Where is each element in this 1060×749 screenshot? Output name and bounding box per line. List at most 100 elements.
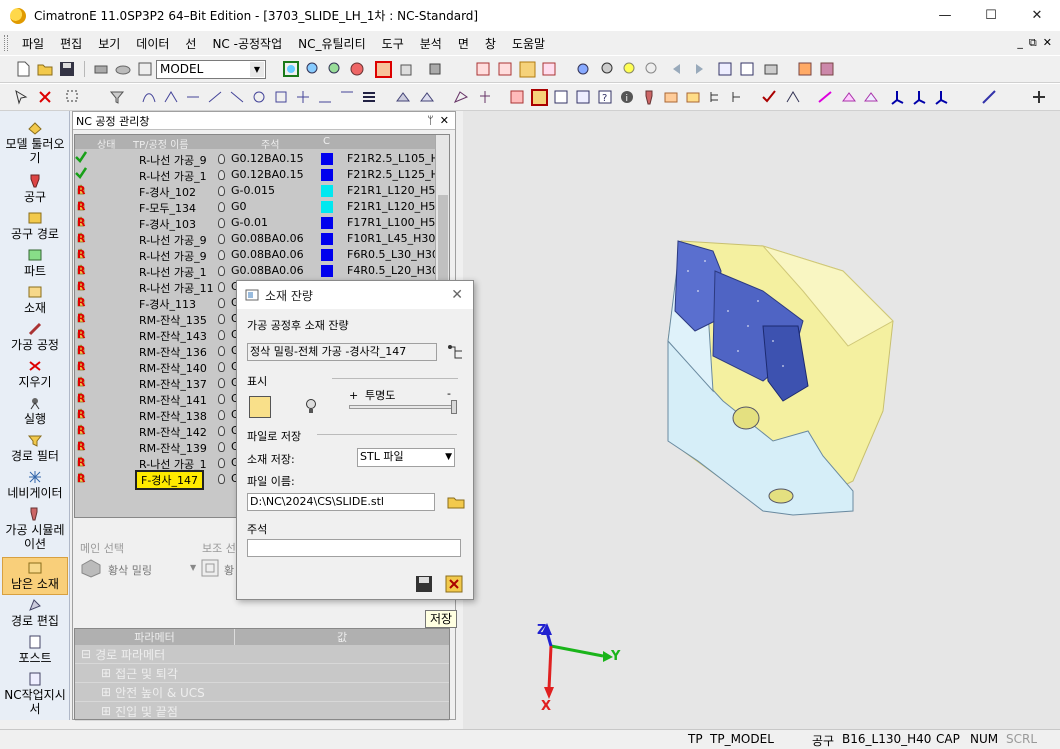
- process-field[interactable]: 정삭 밀링-전체 가공 -경사각_147: [247, 343, 437, 361]
- analysis-icon[interactable]: [816, 88, 834, 106]
- stock-icon[interactable]: [684, 88, 702, 106]
- menu-analysis[interactable]: 분석: [412, 35, 450, 52]
- nc-table-icon[interactable]: [574, 88, 592, 106]
- surface-icon[interactable]: [394, 88, 412, 106]
- list-icon[interactable]: [360, 88, 378, 106]
- show-toolpath-icon[interactable]: [474, 60, 492, 78]
- contour-icon[interactable]: [784, 88, 802, 106]
- bulb-icon[interactable]: [218, 394, 225, 404]
- line-icon[interactable]: [980, 88, 998, 106]
- stock-color-swatch[interactable]: [249, 396, 271, 418]
- curve-tool-9-icon[interactable]: [316, 88, 334, 106]
- bulb-icon[interactable]: [218, 442, 225, 452]
- process-name[interactable]: RM-잔삭_139: [139, 440, 207, 456]
- process-name[interactable]: R-나선 가공_11: [139, 280, 214, 296]
- lb-load-model[interactable]: 모델 툴러오기: [2, 121, 68, 165]
- mdi-restore-button[interactable]: ⧉: [1029, 36, 1037, 50]
- main-select-chevron-icon[interactable]: ▼: [190, 563, 196, 572]
- graphics-viewport[interactable]: Z Y X: [463, 111, 1060, 729]
- curve-tool-10-icon[interactable]: [338, 88, 356, 106]
- lb-tool[interactable]: 공구: [2, 174, 68, 204]
- minimize-button[interactable]: —: [922, 0, 968, 31]
- transparency-slider[interactable]: [349, 405, 455, 409]
- shaded-cube-icon[interactable]: [374, 60, 392, 78]
- menu-nc-process[interactable]: NC -공정작업: [204, 35, 290, 52]
- tree-row[interactable]: R-나선 가공_1 G0.12BA0.15 F21R2.5_L125_H75: [75, 167, 449, 183]
- bulb-icon[interactable]: [218, 298, 225, 308]
- bulb-icon[interactable]: [218, 154, 225, 164]
- main-select-value[interactable]: 황삭 밀링: [108, 562, 152, 578]
- process-name[interactable]: F-경사_103: [139, 216, 196, 232]
- view-orient-icon[interactable]: [426, 60, 444, 78]
- bulb-off-icon[interactable]: [642, 60, 660, 78]
- nc-list-icon[interactable]: [552, 88, 570, 106]
- bulb-icon[interactable]: [218, 282, 225, 292]
- menu-line[interactable]: 선: [177, 35, 204, 52]
- curve-tool-icon[interactable]: [140, 88, 158, 106]
- visibility-bulb-icon[interactable]: [305, 398, 317, 416]
- bulb-icon[interactable]: [218, 458, 225, 468]
- analysis-2-icon[interactable]: [840, 88, 858, 106]
- pan-icon[interactable]: [348, 60, 366, 78]
- sketch-icon[interactable]: [452, 88, 470, 106]
- tool-icon[interactable]: [640, 88, 658, 106]
- tree-icon[interactable]: [476, 88, 494, 106]
- curve-tool-7-icon[interactable]: [272, 88, 290, 106]
- lb-remaining-stock[interactable]: 남은 소재: [2, 557, 68, 595]
- lb-nc-work-order[interactable]: NC작업지시서: [2, 672, 68, 716]
- part-model-3d[interactable]: [463, 111, 1060, 729]
- print-icon[interactable]: [92, 60, 110, 78]
- bulb-icon[interactable]: [218, 250, 225, 260]
- bulb-icon[interactable]: [218, 202, 225, 212]
- select-icon[interactable]: [12, 88, 30, 106]
- lb-path-filter[interactable]: 경로 필터: [2, 433, 68, 463]
- ucs-2-icon[interactable]: [910, 88, 928, 106]
- layer-icon[interactable]: [114, 60, 132, 78]
- process-name[interactable]: F-경사_113: [139, 296, 196, 312]
- process-name[interactable]: R-나선 가공_1: [139, 264, 207, 280]
- bulb-icon[interactable]: [218, 266, 225, 276]
- tree-row[interactable]: R F-경사_102 G-0.015 F21R1_L120_H55: [75, 183, 449, 199]
- col-color[interactable]: C: [323, 136, 330, 147]
- lb-path-edit[interactable]: 경로 편집: [2, 598, 68, 628]
- toolbar-grip[interactable]: [4, 35, 8, 51]
- ucs-3-icon[interactable]: [932, 88, 950, 106]
- lb-machining-process[interactable]: 가공 공정: [2, 322, 68, 352]
- delete-icon[interactable]: [36, 88, 54, 106]
- param-row[interactable]: ⊞ 진입 및 끝점: [75, 702, 449, 721]
- new-file-icon[interactable]: [14, 60, 32, 78]
- curve-tool-2-icon[interactable]: [162, 88, 180, 106]
- tree-row[interactable]: R R-나선 가공_1 G0.08BA0.06 F4R0.5_L20_H30: [75, 263, 449, 280]
- lb-part[interactable]: 파트: [2, 248, 68, 278]
- save-icon[interactable]: [413, 573, 435, 595]
- zoom-window-icon[interactable]: [304, 60, 322, 78]
- nc-process-icon[interactable]: [530, 88, 548, 106]
- bulb-icon[interactable]: [218, 378, 225, 388]
- maximize-button[interactable]: ☐: [968, 0, 1014, 31]
- pick-icon[interactable]: [64, 88, 82, 106]
- col-comment[interactable]: 주석: [261, 136, 279, 151]
- zoom-icon[interactable]: [326, 60, 344, 78]
- tree-row[interactable]: R-나선 가공_9 G0.12BA0.15 F21R2.5_L105_H55: [75, 151, 449, 168]
- table-icon[interactable]: [738, 60, 756, 78]
- bulb-icon[interactable]: [218, 474, 225, 484]
- measure-icon[interactable]: [1030, 88, 1048, 106]
- close-button[interactable]: ✕: [1014, 0, 1060, 31]
- process-name[interactable]: RM-잔삭_143: [139, 328, 207, 344]
- curve-tool-4-icon[interactable]: [206, 88, 224, 106]
- blank-icon[interactable]: [796, 60, 814, 78]
- tree-row[interactable]: R F-모두_134 G0 F21R1_L120_H55: [75, 199, 449, 215]
- process-name[interactable]: F-경사_147: [135, 470, 205, 490]
- chevron-down-icon[interactable]: ▼: [250, 62, 264, 77]
- bulb-icon[interactable]: [598, 60, 616, 78]
- model-icon[interactable]: [136, 60, 154, 78]
- lb-toolpath[interactable]: 공구 경로: [2, 211, 68, 241]
- process-name[interactable]: RM-잔삭_141: [139, 392, 207, 408]
- process-name[interactable]: R-나선 가공_9: [139, 248, 207, 264]
- save-icon[interactable]: [58, 60, 76, 78]
- menu-view[interactable]: 보기: [90, 35, 128, 52]
- menu-face[interactable]: 면: [450, 35, 477, 52]
- process-name[interactable]: R-나선 가공_9: [139, 152, 207, 168]
- analysis-3-icon[interactable]: [862, 88, 880, 106]
- toggle-layer-icon[interactable]: [540, 60, 558, 78]
